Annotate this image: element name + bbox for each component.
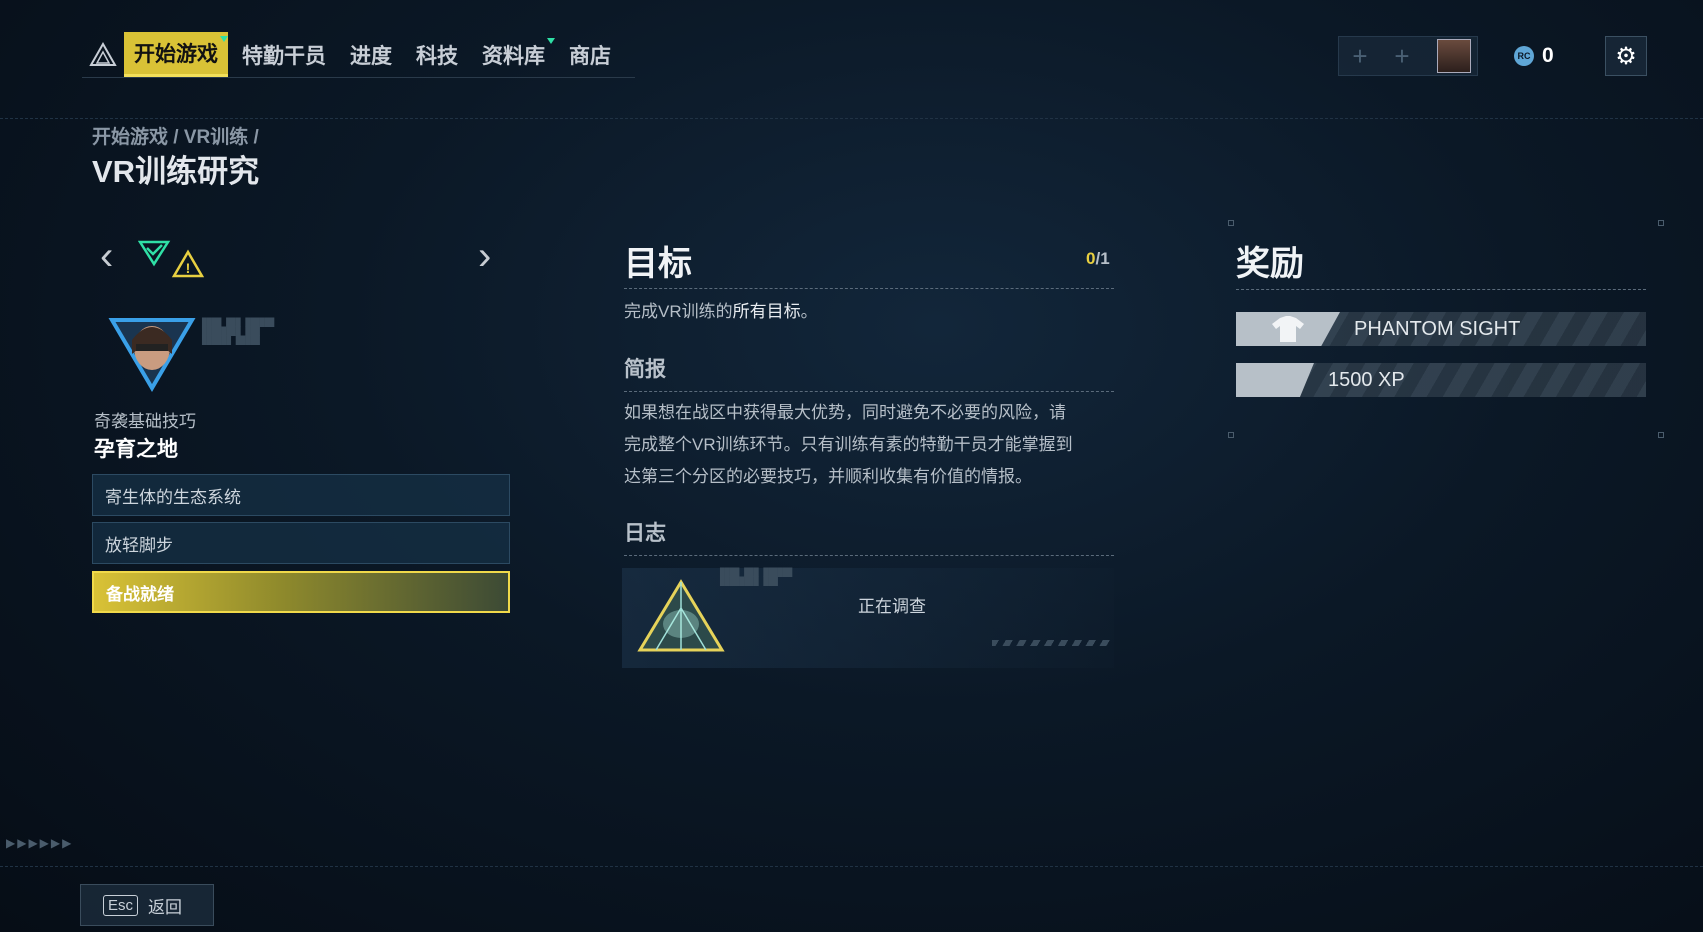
stage-item[interactable]: 放轻脚步 [92,522,510,564]
stage-item[interactable]: 寄生体的生态系统 [92,474,510,516]
nav-tab-operators[interactable]: 特勤干员 [232,34,336,76]
reward-label: PHANTOM SIGHT [1354,317,1521,340]
currency-display: RC 0 [1514,44,1554,68]
decorative-coordinates: ████ ███ ██████ ████████ ███ [720,568,793,586]
mission-status-icons: ! [137,240,205,285]
squad-slots: + + [1338,36,1478,76]
objective-text: 完成VR训练的所有目标。 [624,302,818,321]
svg-text:!: ! [186,260,191,276]
top-nav: 开始游戏 特勤干员 进度 科技 资料库 商店 [82,32,635,78]
reward-item[interactable]: PHANTOM SIGHT [1236,312,1646,346]
back-label: 返回 [148,897,183,917]
decorative-arrows: ▶▶▶▶▶▶ [6,836,74,850]
decorative-coordinates: ████ ███ ██████ ████████ ███ ██████ █████ [202,318,275,345]
add-squad-member-button[interactable]: + [1381,41,1423,72]
shirt-icon [1236,312,1340,346]
rc-currency-icon: RC [1514,46,1534,66]
divider [624,391,1114,392]
page-title: VR训练研究 [92,154,260,189]
stage-item-selected[interactable]: 备战就绪 [92,571,510,613]
new-indicator-icon [547,37,555,44]
divider [624,288,1114,289]
briefing-text: 如果想在战区中获得最大优势，同时避免不必要的风险，请 完成整个VR训练环节。只有… [624,403,1073,486]
corner-marker [1658,432,1664,438]
nav-tab-progress[interactable]: 进度 [340,34,402,76]
back-button[interactable]: Esc 返回 [80,884,214,926]
reward-label: 1500 XP [1328,368,1405,391]
chevron-left-icon[interactable]: ‹ [100,234,113,279]
reward-item[interactable]: 1500 XP [1236,363,1646,397]
xp-icon [1236,363,1314,397]
divider [0,118,1703,119]
log-title: 日志 [624,522,666,545]
crystal-pyramid-icon [637,579,725,652]
decorative-stripes [992,640,1112,646]
esc-key-icon: Esc [103,894,139,916]
nav-tab-shop[interactable]: 商店 [559,34,621,76]
mission-category: 奇袭基础技巧 [94,412,196,431]
logo-icon[interactable] [82,32,124,78]
nav-tab-archive[interactable]: 资料库 [472,34,555,76]
corner-marker [1658,220,1664,226]
stage-label: 寄生体的生态系统 [105,487,241,507]
divider [0,866,1703,867]
corner-marker [1228,432,1234,438]
divider [1236,289,1646,290]
new-indicator-icon [220,36,228,42]
divider [624,555,1114,556]
objective-title: 目标 [624,245,692,283]
operator-portrait [108,314,196,392]
corner-marker [1228,220,1234,226]
objective-progress: 0/1 [1086,249,1110,269]
gear-icon: ⚙ [1615,42,1637,70]
log-status: 正在调查 [858,597,926,616]
stage-label: 放轻脚步 [105,535,173,555]
mission-name: 孕育之地 [94,438,178,461]
nav-tab-tech[interactable]: 科技 [406,34,468,76]
settings-button[interactable]: ⚙ [1605,36,1647,76]
nav-tab-start-game[interactable]: 开始游戏 [124,32,228,77]
add-squad-member-button[interactable]: + [1339,41,1381,72]
chevron-right-icon[interactable]: › [478,234,491,279]
briefing-title: 简报 [624,358,666,381]
log-entry[interactable]: 正在调查 ████ ███ ██████ ████████ ███ [622,568,1114,668]
rewards-title: 奖励 [1236,245,1304,283]
check-shield-icon: ! [137,240,205,278]
stage-label: 备战就绪 [106,584,174,604]
progress-total: /1 [1095,249,1110,268]
player-avatar[interactable] [1437,39,1471,73]
currency-amount: 0 [1542,44,1554,67]
breadcrumb: 开始游戏 / VR训练 / [92,127,259,148]
